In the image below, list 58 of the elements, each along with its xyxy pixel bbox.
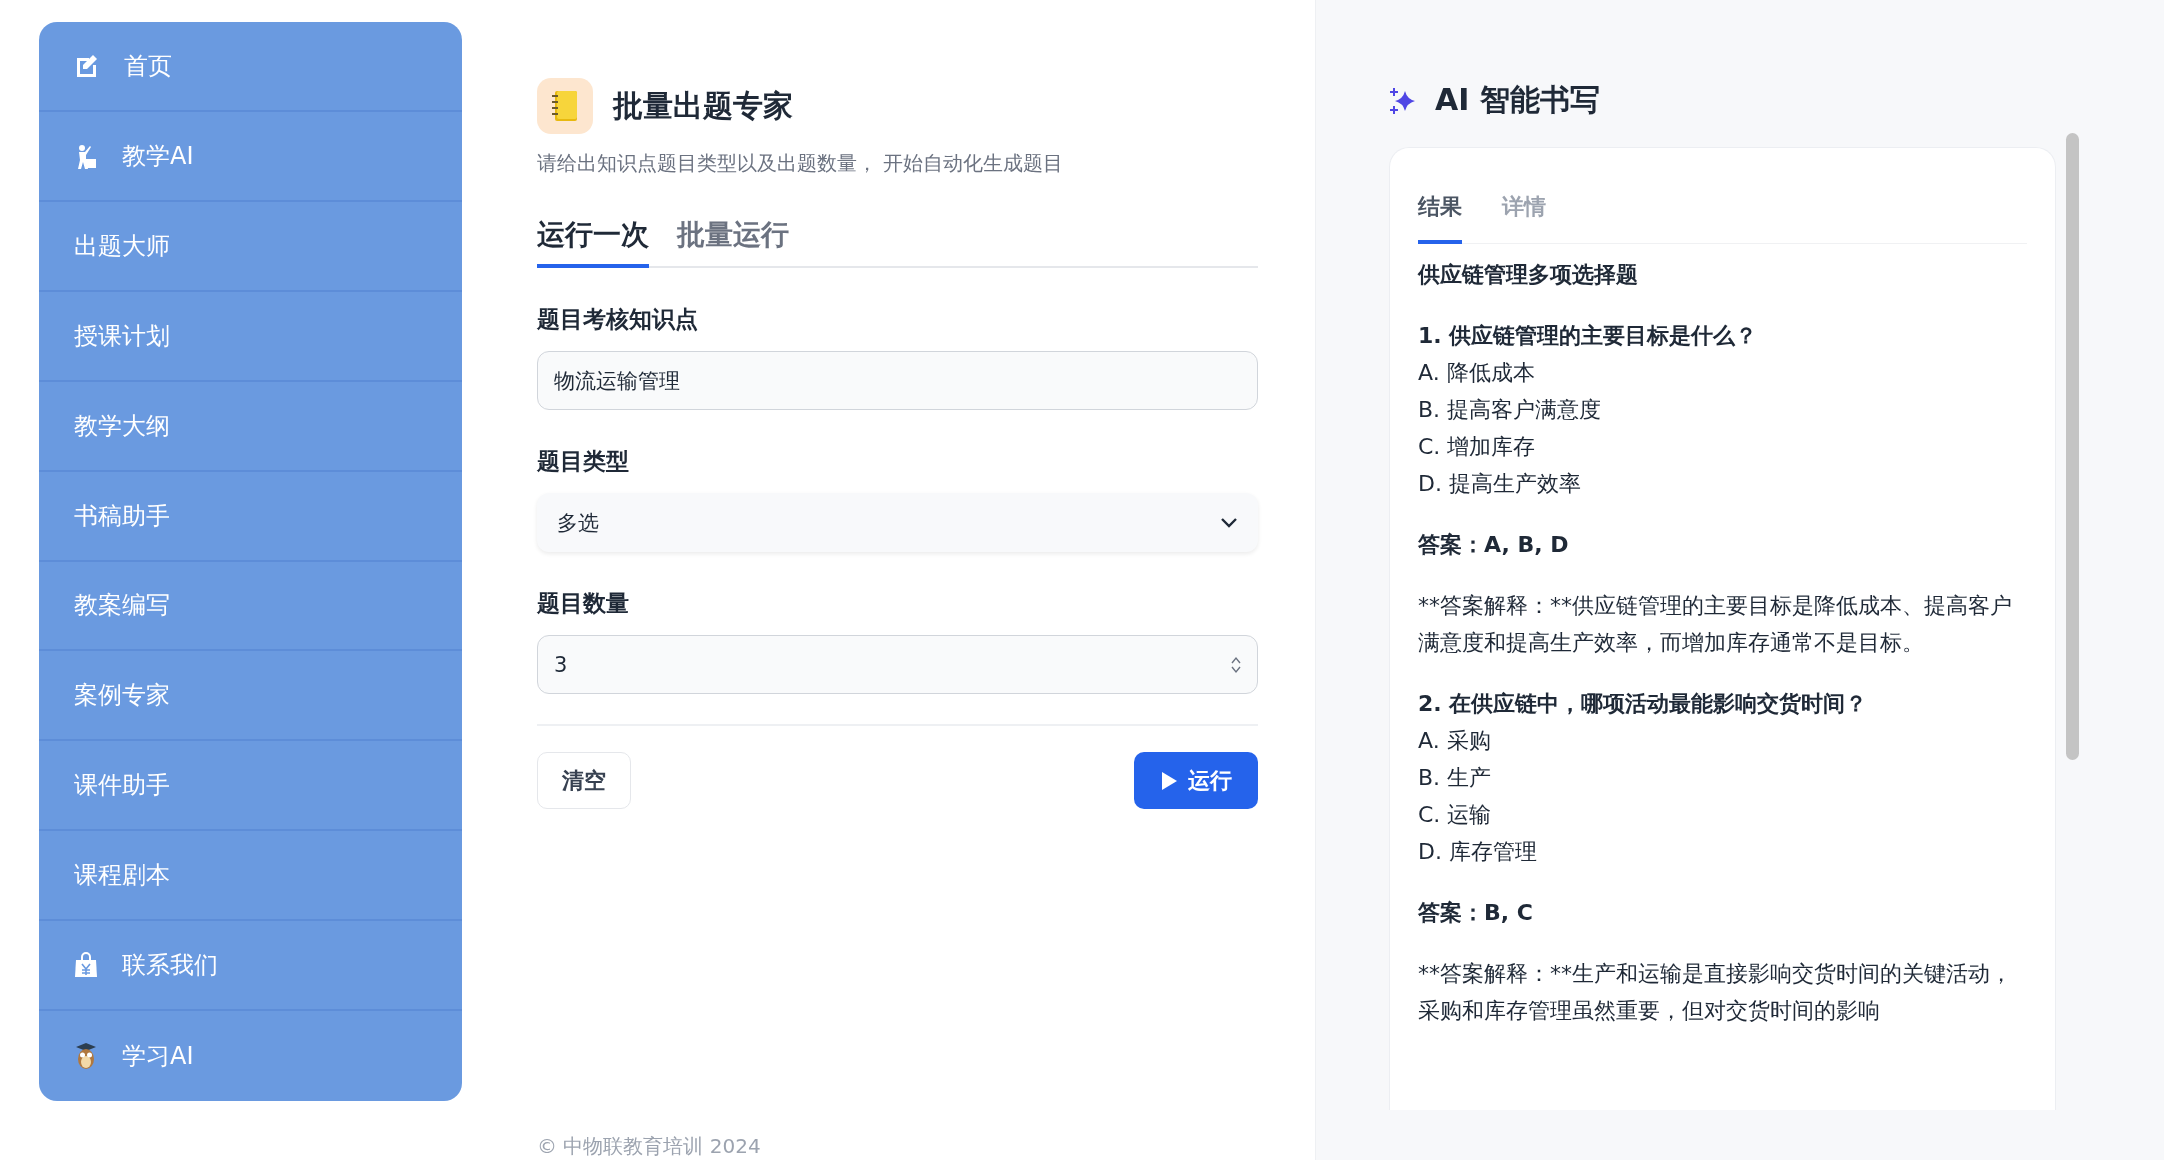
sidebar-item[interactable]: 出题大师 xyxy=(39,201,462,292)
clear-button[interactable]: 清空 xyxy=(537,752,631,809)
sidebar-item[interactable]: 课件助手 xyxy=(39,741,462,832)
run-button[interactable]: 运行 xyxy=(1134,752,1258,809)
option-text: C. 增加库存 xyxy=(1418,433,1537,461)
sidebar-item[interactable]: 教学大纲 xyxy=(39,381,462,472)
option-text: B. 提高客户满意度 xyxy=(1418,396,1603,424)
sidebar-item-label: 教学AI xyxy=(122,140,194,172)
tab[interactable]: 运行一次 xyxy=(537,215,649,268)
question-text: 2. 在供应链中，哪项活动最能影响交货时间？ xyxy=(1418,690,1869,718)
option-text: A. 降低成本 xyxy=(1418,359,1536,387)
sidebar-item[interactable]: 教案编写 xyxy=(39,561,462,652)
result-heading: 供应链管理多项选择题 xyxy=(1418,261,1639,289)
sidebar-item-label: 首页 xyxy=(124,50,172,82)
copyright-text: © 中物联教育培训 2024 xyxy=(537,1133,762,1160)
explanation-text: **答案解释：**生产和运输是直接影响交货时间的关键活动，采购和库存管理虽然重要，但对交货时间的影响 xyxy=(1418,960,2013,1025)
scrollbar[interactable] xyxy=(2066,133,2079,760)
field-label: 题目类型 xyxy=(537,447,630,476)
sidebar-item[interactable]: 课程剧本 xyxy=(39,831,462,922)
sidebar-item-label: 联系我们 xyxy=(122,950,218,982)
option-text: D. 提高生产效率 xyxy=(1418,470,1582,498)
explanation-text: **答案解释：**供应链管理的主要目标是降低成本、提高客户满意度和提高生产效率，而增加库存通常不是目标。 xyxy=(1418,592,2013,657)
field-value: 多选 xyxy=(557,509,599,537)
question-text: 1. 供应链管理的主要目标是什么？ xyxy=(1418,322,1759,350)
panel-title: AI 智能书写 xyxy=(1435,81,1600,119)
owl-icon xyxy=(74,1042,98,1071)
select-field[interactable]: 多选 xyxy=(537,493,1258,552)
input-field[interactable]: 物流运输管理 xyxy=(537,351,1258,410)
page-subtitle: 请给出知识点题目类型以及出题数量， 开始自动化生成题目 xyxy=(537,150,1065,177)
page-title: 批量出题专家 xyxy=(613,86,793,125)
play-icon xyxy=(1160,770,1178,791)
field-label: 题目考核知识点 xyxy=(537,305,699,334)
edit-icon xyxy=(74,52,100,79)
sidebar-item[interactable]: 案例专家 xyxy=(39,651,462,742)
answer-text: 答案：A, B, D xyxy=(1418,531,1570,559)
chevron-down-icon xyxy=(1220,516,1238,529)
field-value: 3 xyxy=(554,652,568,677)
sidebar-item[interactable]: 授课计划 xyxy=(39,291,462,382)
answer-text: 答案：B, C xyxy=(1418,899,1534,927)
sidebar-item[interactable]: 联系我们 xyxy=(39,921,462,1012)
sidebar-item[interactable]: 首页 xyxy=(39,22,462,112)
notebook-icon xyxy=(537,78,593,134)
tab[interactable]: 详情 xyxy=(1502,192,1546,244)
tab[interactable]: 批量运行 xyxy=(677,215,789,268)
option-text: B. 生产 xyxy=(1418,764,1493,792)
number-field[interactable]: 3 xyxy=(537,635,1258,694)
shopping-bag-icon xyxy=(74,952,98,979)
option-text: A. 采购 xyxy=(1418,727,1492,755)
sidebar-item-label: 学习AI xyxy=(122,1041,194,1073)
field-label: 题目数量 xyxy=(537,589,630,618)
tab[interactable]: 结果 xyxy=(1418,192,1462,244)
spinner-icon[interactable] xyxy=(1231,655,1241,674)
option-text: C. 运输 xyxy=(1418,801,1493,829)
sparkle-icon xyxy=(1389,86,1417,115)
sidebar-item[interactable]: 学习AI xyxy=(39,1011,462,1101)
option-text: D. 库存管理 xyxy=(1418,838,1538,866)
sidebar-item[interactable]: 教学AI xyxy=(39,111,462,202)
sidebar-item[interactable]: 书稿助手 xyxy=(39,471,462,562)
